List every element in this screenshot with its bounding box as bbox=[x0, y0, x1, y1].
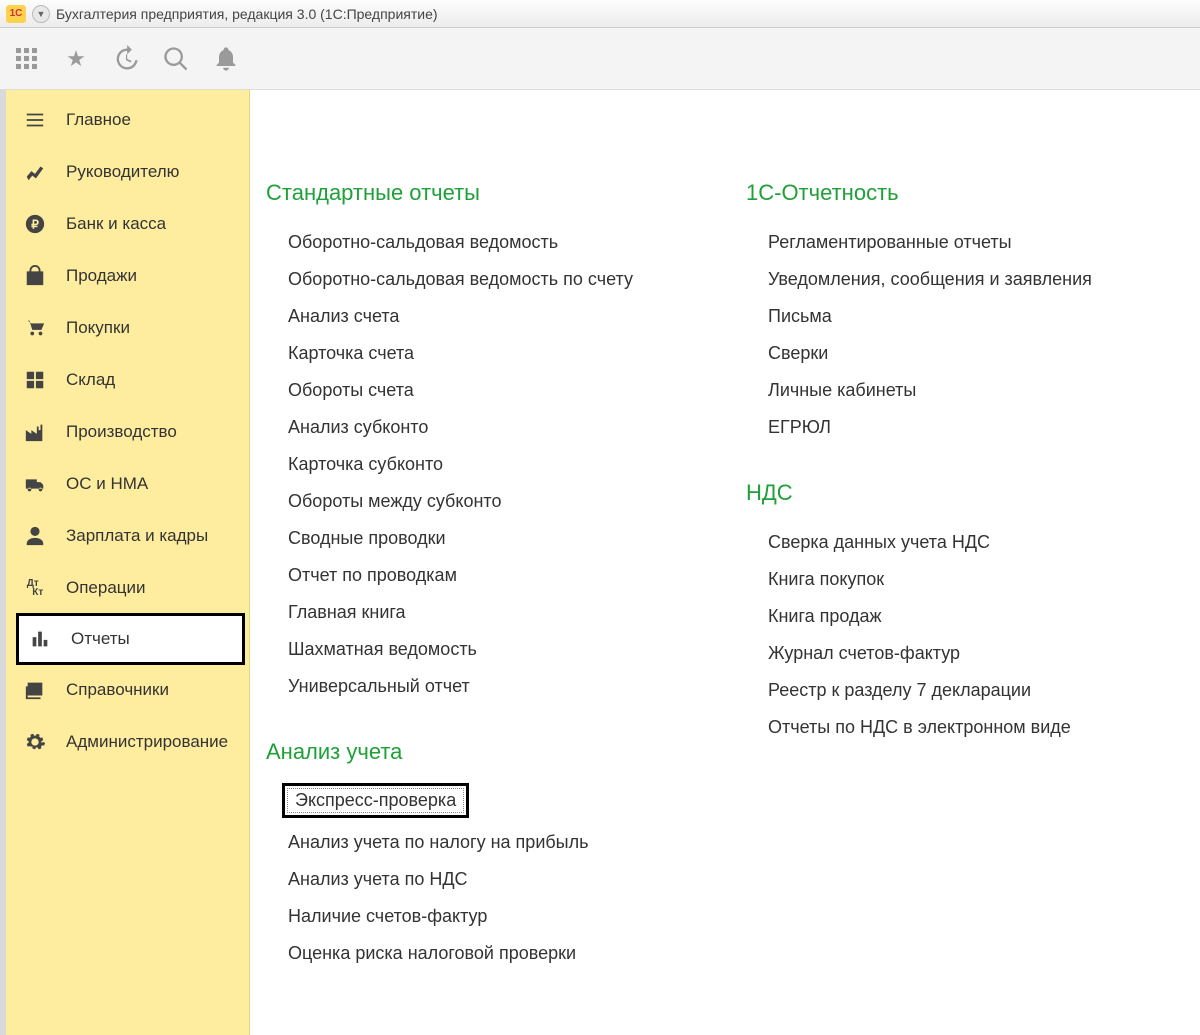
report-link[interactable]: Регламентированные отчеты bbox=[740, 224, 1170, 261]
section: Стандартные отчеты Оборотно-сальдовая вед… bbox=[260, 180, 690, 705]
bag-icon bbox=[22, 263, 48, 289]
section: Анализ учета Экспресс-проверка Анализ учет… bbox=[260, 739, 690, 972]
dtk-icon: Дт Кт bbox=[22, 575, 48, 601]
report-link[interactable]: Оценка риска налоговой проверки bbox=[260, 935, 690, 972]
report-link[interactable]: Анализ счета bbox=[260, 298, 690, 335]
report-link[interactable]: Отчет по проводкам bbox=[260, 557, 690, 594]
nav-item-9[interactable]: Дт Кт Операции bbox=[6, 562, 249, 614]
star-icon[interactable]: ★ bbox=[62, 45, 90, 73]
nav-label: Продажи bbox=[66, 266, 137, 286]
report-link[interactable]: Реестр к разделу 7 декларации bbox=[740, 672, 1170, 709]
menu-icon bbox=[22, 107, 48, 133]
nav-label: Банк и касса bbox=[66, 214, 166, 234]
nav-label: Главное bbox=[66, 110, 131, 130]
report-link[interactable]: Анализ учета по налогу на прибыль bbox=[260, 824, 690, 861]
report-link[interactable]: Анализ субконто bbox=[260, 409, 690, 446]
nav-item-11[interactable]: Справочники bbox=[6, 664, 249, 716]
truck-icon bbox=[22, 471, 48, 497]
blocks-icon bbox=[22, 367, 48, 393]
nav-label: Отчеты bbox=[71, 629, 130, 649]
section-title: НДС bbox=[740, 480, 1170, 506]
section: 1С-Отчетность Регламентированные отчетыУв… bbox=[740, 180, 1170, 446]
report-link[interactable]: Анализ учета по НДС bbox=[260, 861, 690, 898]
report-link[interactable]: Шахматная ведомость bbox=[260, 631, 690, 668]
nav-item-2[interactable]: ₽ Банк и касса bbox=[6, 198, 249, 250]
report-link[interactable]: Обороты между субконто bbox=[260, 483, 690, 520]
svg-text:₽: ₽ bbox=[31, 218, 39, 232]
ruble-icon: ₽ bbox=[22, 211, 48, 237]
toolbar: ★ bbox=[0, 28, 1200, 90]
nav-item-4[interactable]: Покупки bbox=[6, 302, 249, 354]
nav-item-10[interactable]: Отчеты bbox=[16, 613, 245, 665]
nav-label: Покупки bbox=[66, 318, 130, 338]
nav-item-6[interactable]: Производство bbox=[6, 406, 249, 458]
nav-label: Склад bbox=[66, 370, 115, 390]
nav-label: Руководителю bbox=[66, 162, 179, 182]
nav-label: Зарплата и кадры bbox=[66, 526, 208, 546]
content-area: Стандартные отчеты Оборотно-сальдовая вед… bbox=[250, 90, 1200, 1035]
report-link[interactable]: Сверка данных учета НДС bbox=[740, 524, 1170, 561]
report-link[interactable]: Личные кабинеты bbox=[740, 372, 1170, 409]
report-link[interactable]: Главная книга bbox=[260, 594, 690, 631]
search-icon[interactable] bbox=[162, 45, 190, 73]
report-link[interactable]: ЕГРЮЛ bbox=[740, 409, 1170, 446]
trend-icon bbox=[22, 159, 48, 185]
bell-icon[interactable] bbox=[212, 45, 240, 73]
nav-item-7[interactable]: ОС и НМА bbox=[6, 458, 249, 510]
nav-item-0[interactable]: Главное bbox=[6, 94, 249, 146]
report-link[interactable]: Оборотно-сальдовая ведомость bbox=[260, 224, 690, 261]
section-title: Анализ учета bbox=[260, 739, 690, 765]
nav-label: Администрирование bbox=[66, 732, 228, 752]
nav-item-5[interactable]: Склад bbox=[6, 354, 249, 406]
report-link[interactable]: Универсальный отчет bbox=[260, 668, 690, 705]
nav-label: Справочники bbox=[66, 680, 169, 700]
report-link[interactable]: Сводные проводки bbox=[260, 520, 690, 557]
report-link[interactable]: Книга продаж bbox=[740, 598, 1170, 635]
window-titlebar: 1С ▼ Бухгалтерия предприятия, редакция 3… bbox=[0, 0, 1200, 28]
nav-item-8[interactable]: Зарплата и кадры bbox=[6, 510, 249, 562]
folders-icon bbox=[22, 677, 48, 703]
report-link[interactable]: Карточка субконто bbox=[260, 446, 690, 483]
nav-label: Операции bbox=[66, 578, 146, 598]
report-link[interactable]: Сверки bbox=[740, 335, 1170, 372]
report-link[interactable]: Отчеты по НДС в электронном виде bbox=[740, 709, 1170, 746]
report-link[interactable]: Наличие счетов-фактур bbox=[260, 898, 690, 935]
report-link[interactable]: Книга покупок bbox=[740, 561, 1170, 598]
window-menu-dropdown[interactable]: ▼ bbox=[32, 5, 50, 23]
report-link[interactable]: Уведомления, сообщения и заявления bbox=[740, 261, 1170, 298]
section: НДС Сверка данных учета НДСКнига покупокК… bbox=[740, 480, 1170, 746]
section-title: Стандартные отчеты bbox=[260, 180, 690, 206]
report-link[interactable]: Письма bbox=[740, 298, 1170, 335]
app-logo-icon: 1С bbox=[6, 5, 26, 23]
nav-item-1[interactable]: Руководителю bbox=[6, 146, 249, 198]
gear-icon bbox=[22, 729, 48, 755]
report-link[interactable]: Оборотно-сальдовая ведомость по счету bbox=[260, 261, 690, 298]
report-link[interactable]: Обороты счета bbox=[260, 372, 690, 409]
section-title: 1С-Отчетность bbox=[740, 180, 1170, 206]
report-link[interactable]: Карточка счета bbox=[260, 335, 690, 372]
bars-icon bbox=[27, 626, 53, 652]
factory-icon bbox=[22, 419, 48, 445]
history-icon[interactable] bbox=[112, 45, 140, 73]
cart-icon bbox=[22, 315, 48, 341]
report-link[interactable]: Экспресс-проверка bbox=[282, 783, 469, 818]
nav-label: Производство bbox=[66, 422, 177, 442]
person-icon bbox=[22, 523, 48, 549]
apps-grid-icon[interactable] bbox=[12, 45, 40, 73]
sidebar: Главное Руководителю ₽ Банк и касса Продажи П… bbox=[6, 90, 250, 1035]
nav-item-3[interactable]: Продажи bbox=[6, 250, 249, 302]
report-link[interactable]: Журнал счетов-фактур bbox=[740, 635, 1170, 672]
window-title: Бухгалтерия предприятия, редакция 3.0 (1… bbox=[56, 6, 438, 22]
nav-label: ОС и НМА bbox=[66, 474, 148, 494]
nav-item-12[interactable]: Администрирование bbox=[6, 716, 249, 768]
